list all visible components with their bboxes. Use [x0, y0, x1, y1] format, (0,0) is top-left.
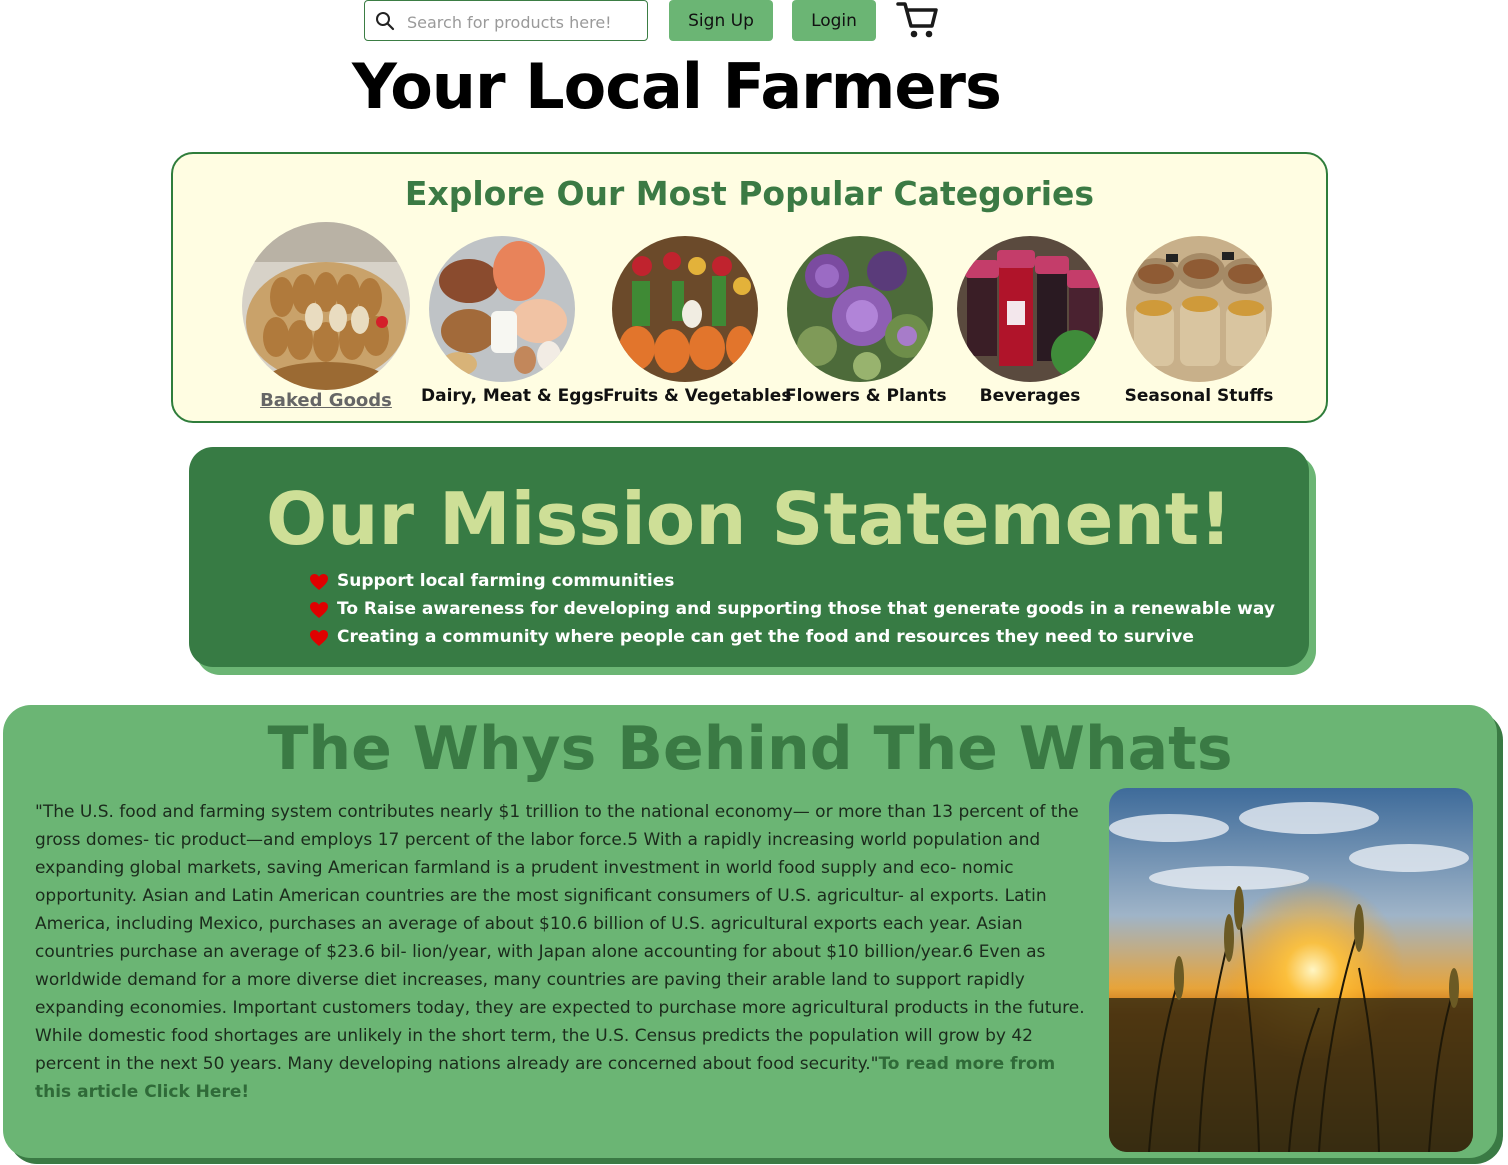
- categories-heading: Explore Our Most Popular Categories: [404, 174, 1095, 213]
- category-label: Fruits & Vegetables: [603, 386, 792, 406]
- search-box[interactable]: [364, 0, 648, 41]
- login-button[interactable]: Login: [792, 0, 876, 41]
- category-label: Beverages: [979, 386, 1081, 406]
- baked-goods-image: [242, 222, 410, 390]
- wheat-field-sunset-image: [1109, 788, 1473, 1152]
- category-seasonal-stuffs[interactable]: Seasonal Stuffs: [1123, 236, 1275, 406]
- mission-item: Support local farming communities: [309, 567, 1275, 595]
- heart-icon: [310, 574, 328, 590]
- category-fruits-vegetables[interactable]: Fruits & Vegetables: [603, 236, 792, 406]
- category-dairy-meat-eggs[interactable]: Dairy, Meat & Eggs: [421, 236, 604, 406]
- heart-icon: [310, 630, 328, 646]
- mission-heading: Our Mission Statement!: [265, 477, 1233, 561]
- whys-section: The Whys Behind The Whats "The U.S. food…: [3, 705, 1497, 1158]
- categories-section: Explore Our Most Popular Categories Bake…: [171, 152, 1328, 423]
- category-baked-goods[interactable]: Baked Goods: [241, 222, 411, 411]
- mission-list: Support local farming communities To Rai…: [309, 567, 1275, 651]
- seasonal-stuffs-image: [1126, 236, 1272, 382]
- sign-up-button[interactable]: Sign Up: [669, 0, 773, 41]
- heart-icon: [310, 602, 328, 618]
- mission-item: To Raise awareness for developing and su…: [309, 595, 1275, 623]
- mission-item: Creating a community where people can ge…: [309, 623, 1275, 651]
- category-label: Dairy, Meat & Eggs: [421, 386, 604, 406]
- category-beverages[interactable]: Beverages: [955, 236, 1105, 406]
- site-title: Your Local Farmers: [352, 50, 1002, 123]
- mission-item-text: Creating a community where people can ge…: [337, 627, 1194, 647]
- category-flowers-plants[interactable]: Flowers & Plants: [785, 236, 947, 406]
- whys-quote: "The U.S. food and farming system contri…: [35, 802, 1085, 1074]
- category-label: Seasonal Stuffs: [1124, 386, 1274, 406]
- flowers-plants-image: [787, 236, 933, 382]
- mission-section: Our Mission Statement! Support local far…: [189, 447, 1309, 667]
- beverages-image: [957, 236, 1103, 382]
- whys-body: "The U.S. food and farming system contri…: [35, 798, 1095, 1106]
- search-icon: [376, 12, 395, 31]
- mission-item-text: Support local farming communities: [337, 571, 675, 591]
- mission-item-text: To Raise awareness for developing and su…: [337, 599, 1275, 619]
- category-label: Flowers & Plants: [785, 386, 947, 406]
- search-input[interactable]: [405, 7, 641, 37]
- fruits-vegetables-image: [612, 236, 758, 382]
- cart-icon[interactable]: [896, 0, 940, 40]
- category-label[interactable]: Baked Goods: [241, 390, 411, 411]
- dairy-meat-eggs-image: [429, 236, 575, 382]
- whys-heading: The Whys Behind The Whats: [267, 714, 1233, 784]
